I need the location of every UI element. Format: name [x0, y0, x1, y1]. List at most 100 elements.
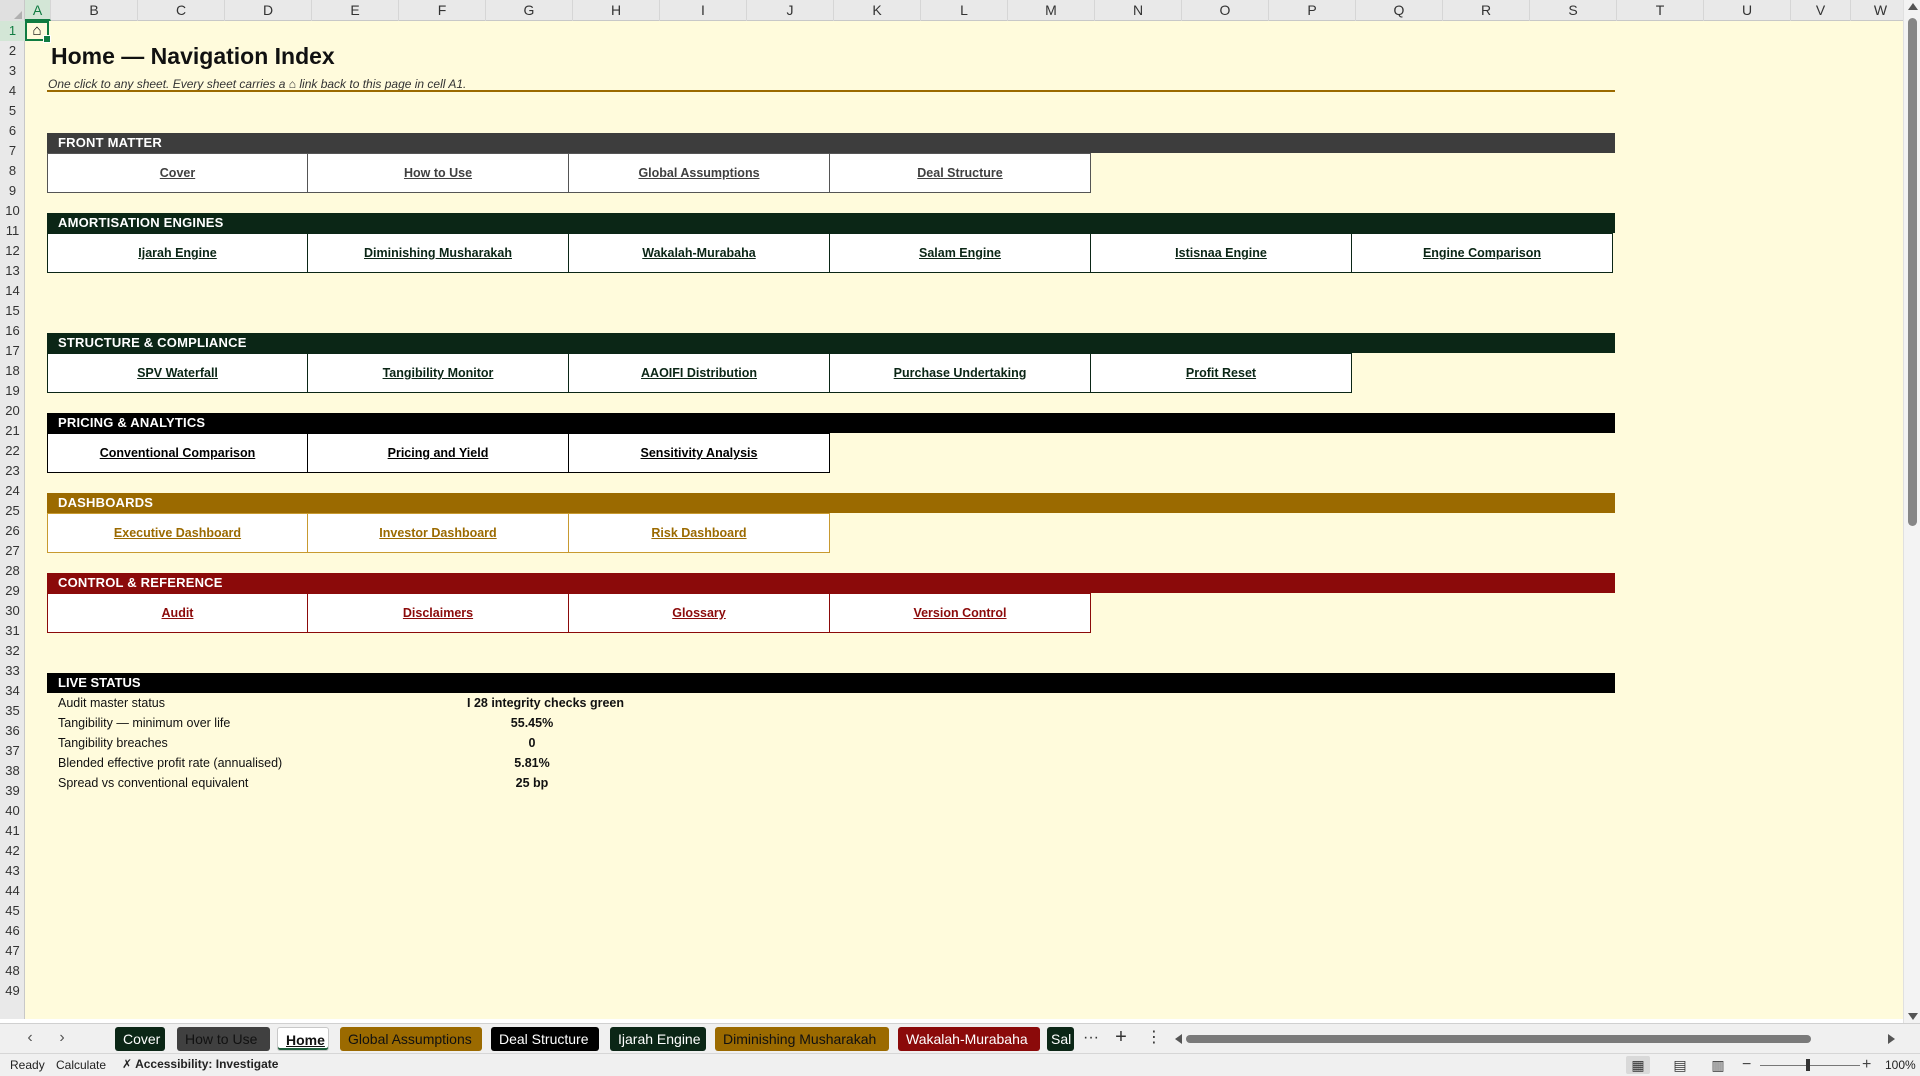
row-header-41[interactable]: 41 — [0, 821, 25, 841]
row-header-5[interactable]: 5 — [0, 101, 25, 121]
column-header-p[interactable]: P — [1269, 0, 1356, 21]
home-icon[interactable]: ⌂ — [27, 23, 47, 39]
row-header-25[interactable]: 25 — [0, 501, 25, 521]
row-header-18[interactable]: 18 — [0, 361, 25, 381]
column-header-u[interactable]: U — [1704, 0, 1791, 21]
sheet-link-how-to-use[interactable]: How to Use — [308, 153, 569, 193]
sheet-link-glossary[interactable]: Glossary — [569, 593, 830, 633]
row-header-42[interactable]: 42 — [0, 841, 25, 861]
row-header-21[interactable]: 21 — [0, 421, 25, 441]
sheet-tab-diminishing-musharakah[interactable]: Diminishing Musharakah — [715, 1027, 889, 1051]
sheet-tab-how-to-use[interactable]: How to Use — [177, 1027, 270, 1051]
page-layout-icon[interactable]: ▤ — [1668, 1056, 1692, 1074]
row-header-24[interactable]: 24 — [0, 481, 25, 501]
scroll-right-icon[interactable] — [1888, 1034, 1895, 1044]
row-header-8[interactable]: 8 — [0, 161, 25, 181]
row-header-11[interactable]: 11 — [0, 221, 25, 241]
row-header-17[interactable]: 17 — [0, 341, 25, 361]
sheet-link-conventional-comparison[interactable]: Conventional Comparison — [47, 433, 308, 473]
row-header-10[interactable]: 10 — [0, 201, 25, 221]
row-header-29[interactable]: 29 — [0, 581, 25, 601]
sheet-link-sensitivity-analysis[interactable]: Sensitivity Analysis — [569, 433, 830, 473]
horizontal-scrollbar[interactable] — [1175, 1033, 1895, 1045]
column-header-m[interactable]: M — [1008, 0, 1095, 21]
worksheet-grid[interactable]: ⌂ Home — Navigation Index One click to a… — [25, 21, 1903, 1019]
row-header-14[interactable]: 14 — [0, 281, 25, 301]
row-header-1[interactable]: 1 — [0, 21, 25, 41]
row-header-45[interactable]: 45 — [0, 901, 25, 921]
accessibility-button[interactable]: ✗ Accessibility: Investigate — [122, 1057, 278, 1071]
zoom-slider-thumb[interactable] — [1806, 1059, 1810, 1071]
vertical-scroll-thumb[interactable] — [1908, 18, 1917, 526]
vertical-scrollbar[interactable] — [1903, 0, 1920, 1023]
sheet-link-investor-dashboard[interactable]: Investor Dashboard — [308, 513, 569, 553]
row-header-39[interactable]: 39 — [0, 781, 25, 801]
sheet-link-pricing-and-yield[interactable]: Pricing and Yield — [308, 433, 569, 473]
sheet-tab-home[interactable]: Home — [277, 1027, 329, 1051]
row-header-33[interactable]: 33 — [0, 661, 25, 681]
row-header-19[interactable]: 19 — [0, 381, 25, 401]
column-header-i[interactable]: I — [660, 0, 747, 21]
column-header-h[interactable]: H — [573, 0, 660, 21]
sheet-link-purchase-undertaking[interactable]: Purchase Undertaking — [830, 353, 1091, 393]
row-header-35[interactable]: 35 — [0, 701, 25, 721]
row-header-28[interactable]: 28 — [0, 561, 25, 581]
sheet-link-profit-reset[interactable]: Profit Reset — [1091, 353, 1352, 393]
row-header-20[interactable]: 20 — [0, 401, 25, 421]
sheet-link-diminishing-musharakah[interactable]: Diminishing Musharakah — [308, 233, 569, 273]
sheet-link-istisnaa-engine[interactable]: Istisnaa Engine — [1091, 233, 1352, 273]
sheet-link-executive-dashboard[interactable]: Executive Dashboard — [47, 513, 308, 553]
column-header-g[interactable]: G — [486, 0, 573, 21]
row-header-9[interactable]: 9 — [0, 181, 25, 201]
more-sheets-icon[interactable]: ··· — [1081, 1028, 1101, 1048]
sheet-tab-wakalah-murabaha[interactable]: Wakalah-Murabaha — [898, 1027, 1040, 1051]
row-header-36[interactable]: 36 — [0, 721, 25, 741]
sheet-link-audit[interactable]: Audit — [47, 593, 308, 633]
column-header-q[interactable]: Q — [1356, 0, 1443, 21]
sheet-tab-deal-structure[interactable]: Deal Structure — [491, 1027, 599, 1051]
zoom-level[interactable]: 100% — [1885, 1058, 1916, 1072]
column-header-d[interactable]: D — [225, 0, 312, 21]
scroll-left-icon[interactable] — [1175, 1034, 1182, 1044]
add-sheet-button[interactable]: + — [1111, 1027, 1131, 1047]
row-header-30[interactable]: 30 — [0, 601, 25, 621]
row-header-34[interactable]: 34 — [0, 681, 25, 701]
column-header-v[interactable]: V — [1791, 0, 1851, 21]
column-header-f[interactable]: F — [399, 0, 486, 21]
row-header-13[interactable]: 13 — [0, 261, 25, 281]
row-header-4[interactable]: 4 — [0, 81, 25, 101]
row-header-31[interactable]: 31 — [0, 621, 25, 641]
sheet-link-risk-dashboard[interactable]: Risk Dashboard — [569, 513, 830, 553]
column-header-b[interactable]: B — [51, 0, 138, 21]
row-header-48[interactable]: 48 — [0, 961, 25, 981]
row-header-44[interactable]: 44 — [0, 881, 25, 901]
column-header-t[interactable]: T — [1617, 0, 1704, 21]
row-header-26[interactable]: 26 — [0, 521, 25, 541]
row-header-7[interactable]: 7 — [0, 141, 25, 161]
column-header-l[interactable]: L — [921, 0, 1008, 21]
row-header-6[interactable]: 6 — [0, 121, 25, 141]
row-header-40[interactable]: 40 — [0, 801, 25, 821]
row-header-2[interactable]: 2 — [0, 41, 25, 61]
row-header-38[interactable]: 38 — [0, 761, 25, 781]
sheet-link-cover[interactable]: Cover — [47, 153, 308, 193]
row-header-37[interactable]: 37 — [0, 741, 25, 761]
sheet-tab-cover[interactable]: Cover — [115, 1027, 165, 1051]
sheet-link-engine-comparison[interactable]: Engine Comparison — [1352, 233, 1613, 273]
sheet-tab-global-assumptions[interactable]: Global Assumptions — [340, 1027, 482, 1051]
row-header-47[interactable]: 47 — [0, 941, 25, 961]
chevron-right-icon[interactable]: › — [52, 1028, 72, 1048]
calculate-button[interactable]: Calculate — [56, 1058, 106, 1072]
grid-icon[interactable]: ▦ — [1626, 1056, 1650, 1074]
sheet-link-deal-structure[interactable]: Deal Structure — [830, 153, 1091, 193]
column-header-o[interactable]: O — [1182, 0, 1269, 21]
page-break-icon[interactable]: ▥ — [1706, 1056, 1730, 1074]
active-cell-a1[interactable]: ⌂ — [25, 21, 51, 43]
column-header-a[interactable]: A — [25, 0, 51, 21]
row-header-16[interactable]: 16 — [0, 321, 25, 341]
sheet-tab-ijarah-engine[interactable]: Ijarah Engine — [610, 1027, 706, 1051]
select-all-corner[interactable] — [0, 0, 25, 21]
scroll-up-icon[interactable] — [1908, 3, 1918, 10]
column-header-w[interactable]: W — [1851, 0, 1911, 21]
column-header-c[interactable]: C — [138, 0, 225, 21]
